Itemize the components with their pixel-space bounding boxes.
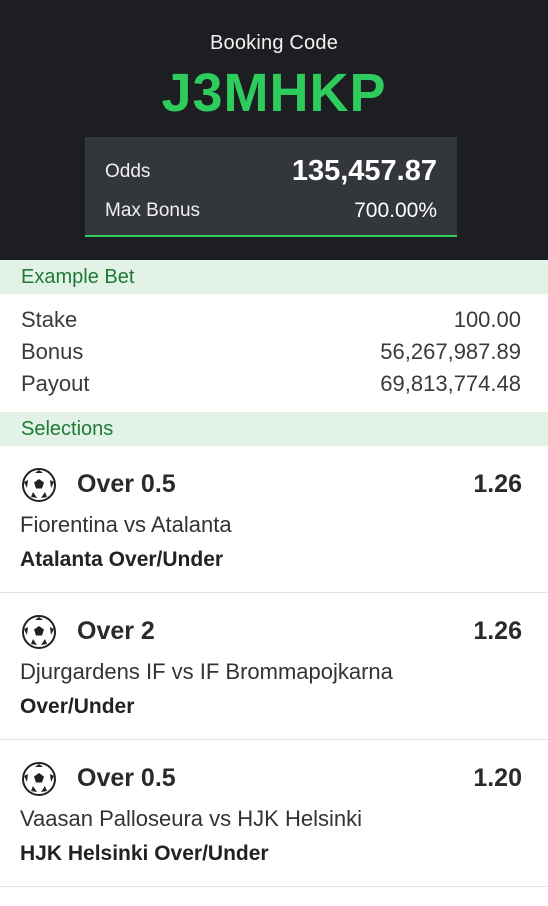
selection-pick: Over 0.5 [77,470,176,498]
bonus-label: Bonus [21,339,84,364]
bonus-value: 56,267,987.89 [380,339,521,364]
selection-market: Atalanta Over/Under [20,548,224,571]
payout-label: Payout [21,371,90,396]
odds-label: Odds [105,160,151,182]
odds-value: 135,457.87 [291,155,437,187]
payout-value: 69,813,774.48 [380,371,521,396]
max-bonus-label: Max Bonus [105,200,201,221]
selection-pick: Over 0.5 [77,764,176,792]
soccer-ball-icon [22,615,56,649]
selection-match: Vaasan Palloseura vs HJK Helsinki [20,806,362,831]
stake-value: 100.00 [453,307,521,332]
selection-odds: 1.26 [473,470,522,498]
stake-row: Stake 100.00 [21,304,521,336]
odds-row: Odds 135,457.87 [105,155,437,188]
payout-row: Payout 69,813,774.48 [21,368,521,400]
soccer-ball-icon [22,468,56,502]
selection-market: HJK Helsinki Over/Under [20,842,269,865]
example-bet-table: Stake 100.00 Bonus 56,267,987.89 Payout … [0,294,548,412]
example-bet-header: Example Bet [0,260,548,294]
selections-header: Selections [0,412,548,446]
booking-code-label: Booking Code [209,32,339,54]
selection-item[interactable]: Over 2 1.26 Djurgardens IF vs IF Brommap… [0,593,548,740]
selection-odds: 1.26 [473,617,522,645]
selection-match: Djurgardens IF vs IF Brommapojkarna [20,659,393,684]
selection-pick: Over 2 [77,617,155,645]
max-bonus-row: Max Bonus 700.00% [105,199,437,223]
max-bonus-value: 700.00% [354,199,437,222]
booking-header: Booking Code J3MHKP Odds 135,457.87 Max … [0,0,548,260]
bonus-row: Bonus 56,267,987.89 [21,336,521,368]
selection-item[interactable]: Over 0.5 1.20 Vaasan Palloseura vs HJK H… [0,740,548,887]
selection-odds: 1.20 [473,764,522,792]
selection-match: Fiorentina vs Atalanta [20,512,232,537]
selection-market: Over/Under [20,695,135,718]
odds-summary-card: Odds 135,457.87 Max Bonus 700.00% [85,137,457,237]
booking-code[interactable]: J3MHKP [0,62,548,124]
stake-label: Stake [21,307,78,332]
soccer-ball-icon [22,762,56,796]
selection-item[interactable]: Over 0.5 1.26 Fiorentina vs Atalanta Ata… [0,446,548,593]
